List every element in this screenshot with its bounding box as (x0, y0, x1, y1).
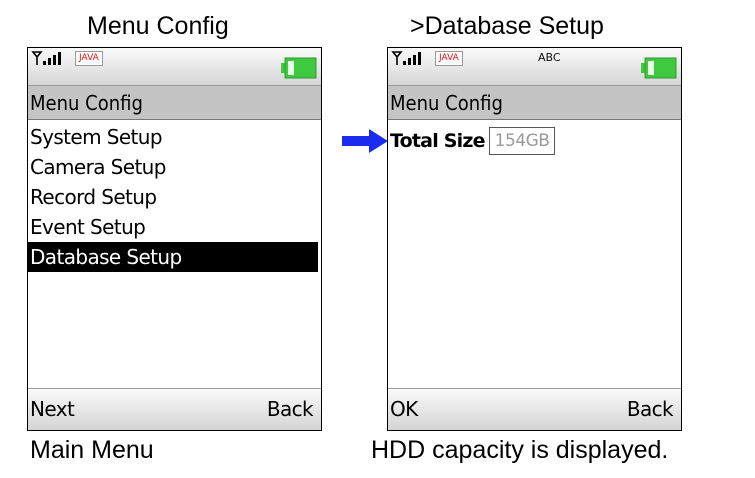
menu-item-camera-setup[interactable]: Camera Setup (28, 152, 318, 182)
menu-item-event-setup[interactable]: Event Setup (28, 212, 318, 242)
left-phone-screen: JAVA Menu Config System Setup Camera Set… (27, 47, 322, 431)
battery-icon (281, 57, 317, 79)
total-size-label: Total Size (390, 130, 485, 152)
softkey-bar: Next Back (28, 388, 321, 430)
right-screen-footnote: HDD capacity is displayed. (371, 436, 669, 464)
left-screen-caption: Menu Config (87, 12, 229, 40)
battery-icon (641, 57, 677, 79)
java-icon: JAVA (435, 51, 463, 66)
ok-softkey[interactable]: OK (390, 389, 418, 430)
status-bar: JAVA (28, 48, 321, 86)
back-softkey[interactable]: Back (627, 389, 674, 430)
arrow-right-icon (342, 129, 388, 153)
right-screen-caption: >Database Setup (410, 12, 604, 40)
total-size-field[interactable]: 154GB (488, 127, 556, 155)
next-softkey[interactable]: Next (30, 389, 75, 430)
left-screen-footnote: Main Menu (30, 436, 154, 464)
java-icon: JAVA (75, 51, 103, 66)
status-bar: JAVA ABC (388, 48, 681, 86)
back-softkey[interactable]: Back (267, 389, 314, 430)
signal-icon (31, 51, 61, 65)
menu-item-record-setup[interactable]: Record Setup (28, 182, 318, 212)
menu-list: System Setup Camera Setup Record Setup E… (28, 122, 321, 272)
screen-title: Menu Config (388, 86, 681, 120)
menu-item-system-setup[interactable]: System Setup (28, 122, 318, 152)
right-phone-screen: JAVA ABC Menu Config Total Size 154GB OK… (387, 47, 682, 431)
softkey-bar: OK Back (388, 388, 681, 430)
input-mode-indicator: ABC (538, 51, 561, 64)
menu-item-database-setup[interactable]: Database Setup (28, 242, 318, 272)
signal-icon (391, 51, 421, 65)
screen-title: Menu Config (28, 86, 321, 120)
total-size-row: Total Size 154GB (390, 127, 556, 155)
